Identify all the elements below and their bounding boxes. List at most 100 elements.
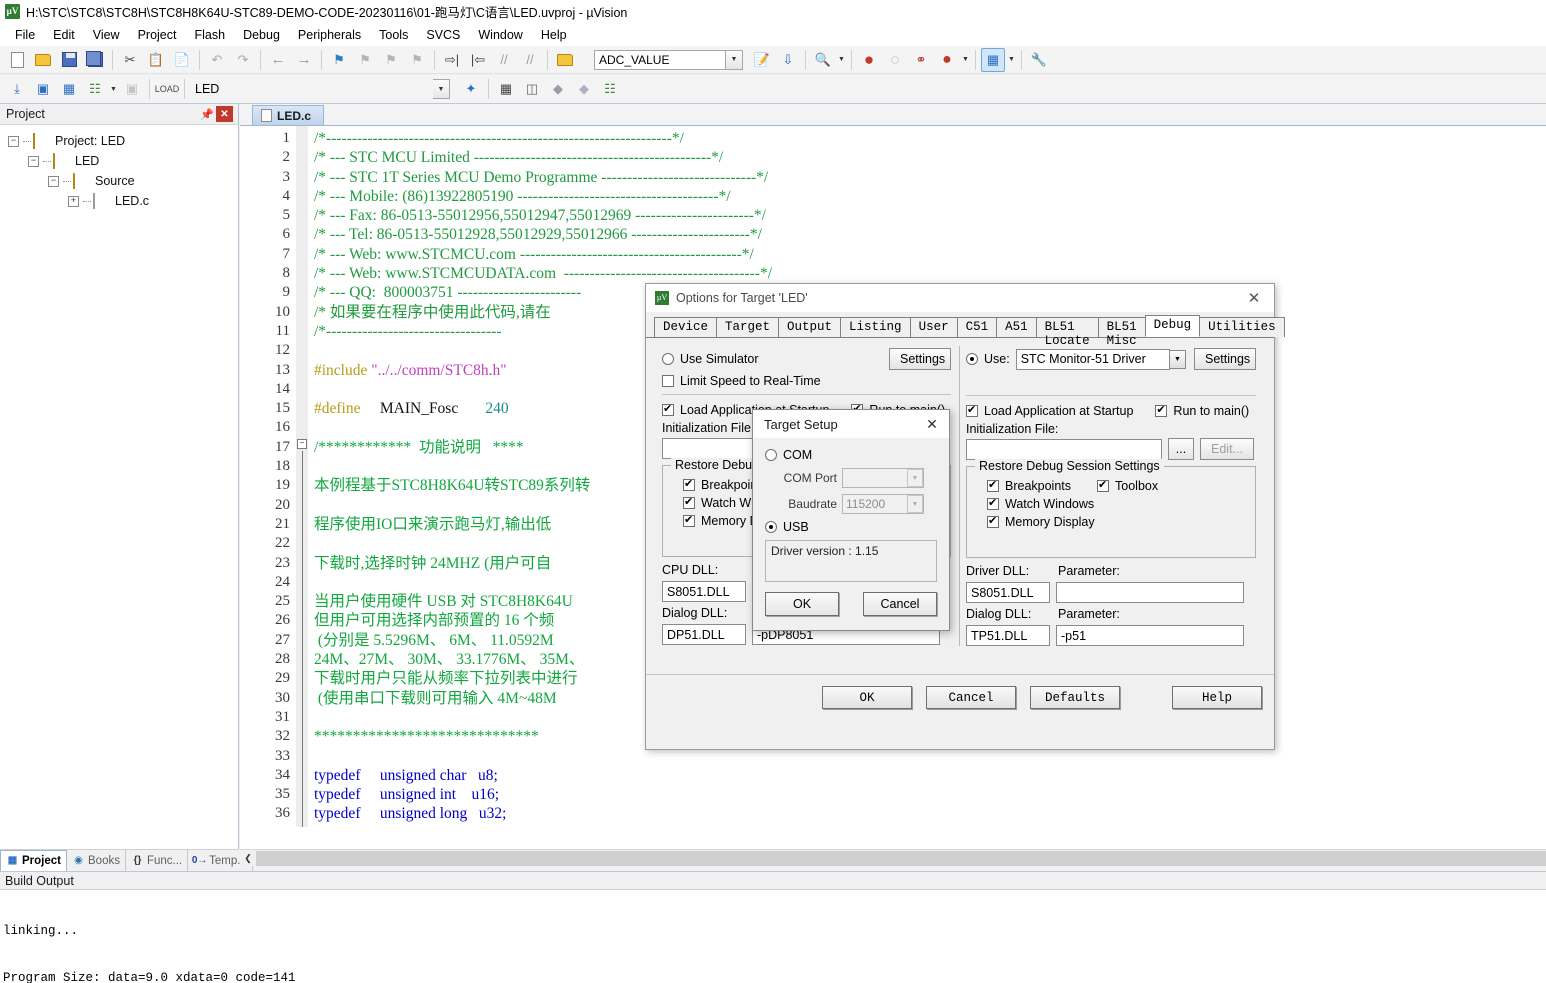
com-radio-row[interactable]: COM [765,448,937,462]
code-line[interactable]: typedef unsigned char u8; [314,766,1546,785]
navigate-forward-icon[interactable]: → [292,48,316,72]
target-options-icon[interactable]: ▦ [494,77,518,101]
save-all-icon[interactable] [83,48,107,72]
menu-flash[interactable]: Flash [185,26,234,44]
copy-icon[interactable]: 📋 [144,48,168,72]
target-setup-cancel-button[interactable]: Cancel [863,592,937,616]
bookmark-next-icon[interactable]: ⚑ [379,48,403,72]
tree-item-project[interactable]: − Project: LED [8,131,238,151]
limit-speed-row[interactable]: Limit Speed to Real-Time [662,374,951,388]
fold-column[interactable]: − [296,126,308,827]
find-in-files-icon[interactable]: 🔍 [811,48,835,72]
driver-dropdown-icon[interactable]: ▼ [1169,349,1186,369]
target-setup-ok-button[interactable]: OK [765,592,839,616]
watch-windows-checkbox[interactable] [683,495,695,509]
init-file-browse-button[interactable]: ... [1168,438,1194,460]
expander-icon[interactable]: + [68,195,79,207]
use-simulator-row[interactable]: Use Simulator Settings [662,348,951,370]
load-app-checkbox[interactable] [662,402,674,416]
code-line[interactable]: /* --- Fax: 86-0513-55012956,55012947,55… [314,206,1546,225]
code-line[interactable]: /* --- Mobile: (86)13922805190 ---------… [314,187,1546,206]
multi-project-icon[interactable]: ◆ [546,77,570,101]
disable-all-breakpoints-icon[interactable]: ● [935,48,959,72]
menu-peripherals[interactable]: Peripherals [289,26,370,44]
window-dropdown-icon[interactable]: ▼ [1006,48,1017,72]
editor-tab-ledc[interactable]: LED.c [252,105,325,125]
target-combo-arrow-icon[interactable]: ▼ [433,79,450,99]
navigate-back-icon[interactable]: ← [266,48,290,72]
toolbox-checkbox[interactable] [1097,478,1110,492]
usb-radio[interactable] [765,521,777,533]
bookmark-clear-icon[interactable]: ⚑ [405,48,429,72]
baudrate-dropdown-icon[interactable]: ▼ [907,495,923,513]
watch-windows-checkbox[interactable] [987,496,999,510]
menu-file[interactable]: File [6,26,44,44]
menu-tools[interactable]: Tools [370,26,417,44]
tab-bl51-locate[interactable]: BL51 Locate [1035,317,1099,348]
expander-icon[interactable]: − [28,155,39,167]
memory-display-checkbox[interactable] [987,514,999,528]
breakpoints-row[interactable]: Breakpoints Toolbox [975,478,1247,493]
close-icon[interactable]: ✕ [216,106,233,122]
insert-breakpoint-icon[interactable]: ● [857,48,881,72]
manage-runtime-env-icon[interactable]: ☷ [598,77,622,101]
batch-build-icon[interactable]: ☷ [83,77,107,101]
close-icon[interactable]: ✕ [1234,284,1274,312]
open-file-icon[interactable] [31,48,55,72]
code-line[interactable]: typedef unsigned int u16; [314,785,1546,804]
dialog-dll-input[interactable]: DP51.DLL [662,624,746,645]
dialog-dll-input[interactable]: TP51.DLL [966,625,1050,646]
redo-icon[interactable]: ↷ [231,48,255,72]
hscroll-track[interactable] [256,850,1546,866]
paste-icon[interactable]: 📄 [170,48,194,72]
menu-svcs[interactable]: SVCS [417,26,469,44]
tree-item-target[interactable]: − LED [8,151,238,171]
code-line[interactable]: /*--------------------------------------… [314,129,1546,148]
download-icon[interactable]: LOAD [155,77,180,101]
save-icon[interactable] [57,48,81,72]
undo-icon[interactable]: ↶ [205,48,229,72]
configure-icon[interactable]: 🔧 [1027,48,1051,72]
breakpoint-dropdown-icon[interactable]: ▼ [960,48,971,72]
tab-device[interactable]: Device [654,317,718,337]
menu-project[interactable]: Project [129,26,186,44]
run-to-main-checkbox[interactable] [1155,403,1168,417]
find-dropdown-icon[interactable]: ▼ [836,48,847,72]
expander-icon[interactable]: − [8,135,19,147]
cut-icon[interactable]: ✂ [118,48,142,72]
load-app-checkbox[interactable] [966,403,978,417]
code-line[interactable]: /* --- Web: www.STCMCU.com -------------… [314,245,1546,264]
tab-utilities[interactable]: Utilities [1199,317,1285,337]
tab-functions[interactable]: {} Func... [126,849,189,872]
tab-debug[interactable]: Debug [1144,315,1201,337]
tab-books[interactable]: ◉ Books [67,849,126,872]
goto-definition-icon[interactable]: ⇩ [776,48,800,72]
options-help-button[interactable]: Help [1172,686,1262,709]
use-simulator-radio[interactable] [662,353,674,365]
tree-item-ledc[interactable]: + LED.c [8,191,238,211]
simulator-settings-button[interactable]: Settings [889,348,951,370]
code-line[interactable]: /* --- STC MCU Limited -----------------… [314,148,1546,167]
use-driver-radio[interactable] [966,353,978,365]
memory-display-row[interactable]: Memory Display [975,514,1247,529]
com-radio[interactable] [765,449,777,461]
stop-build-icon[interactable]: ▣ [120,77,144,101]
open-project-icon[interactable] [553,48,577,72]
code-line[interactable]: typedef unsigned long u32; [314,804,1546,823]
fold-marker-icon[interactable]: − [297,439,307,449]
new-file-icon[interactable] [5,48,29,72]
code-line[interactable]: /* --- STC 1T Series MCU Demo Programme … [314,168,1546,187]
code-line[interactable]: /* --- Web: www.STCMCUDATA.com ---------… [314,264,1546,283]
usb-radio-row[interactable]: USB [765,520,937,534]
manage-project-items-icon[interactable]: ✦ [459,77,483,101]
driver-dll-input[interactable]: S8051.DLL [966,582,1050,603]
uncomment-icon[interactable]: // [518,48,542,72]
build-icon[interactable]: ▣ [31,77,55,101]
load-app-row-right[interactable]: Load Application at Startup Run to main(… [966,403,1256,418]
editor-hscrollbar[interactable]: ❮ [240,849,1546,866]
menu-help[interactable]: Help [532,26,576,44]
menu-view[interactable]: View [84,26,129,44]
tab-user[interactable]: User [909,317,958,337]
code-line[interactable] [314,824,1546,827]
tab-a51[interactable]: A51 [996,317,1037,337]
